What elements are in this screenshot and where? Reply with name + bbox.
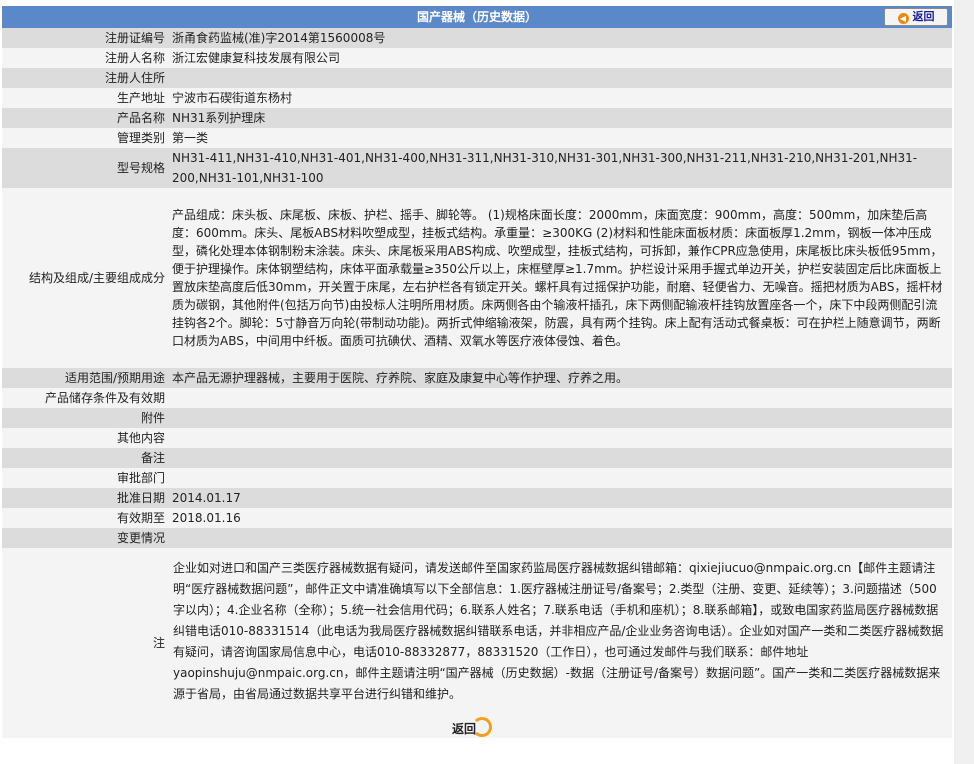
- field-label-structure: 结构及组成/主要组成成分: [2, 188, 169, 368]
- field-label-production-address: 生产地址: [2, 88, 169, 108]
- table-row: 附件: [2, 408, 952, 428]
- table-row: 产品储存条件及有效期: [2, 388, 952, 408]
- field-value-production-address: 宁波市石碶街道东杨村: [169, 88, 952, 108]
- field-value-changes: [169, 528, 952, 548]
- field-label-expiry-date: 有效期至: [2, 508, 169, 528]
- field-label-note: 注: [2, 548, 169, 738]
- field-label-approval-date: 批准日期: [2, 488, 169, 508]
- field-value-note: 企业如对进口和国产三类医疗器械数据有疑问，请发送邮件至国家药监局医疗器械数据纠错…: [169, 548, 952, 738]
- page-title-bar: 国产器械（历史数据） ◀ 返回: [2, 6, 952, 28]
- back-button-bottom-label: 返回: [452, 722, 477, 736]
- field-label-changes: 变更情况: [2, 528, 169, 548]
- field-value-model-spec: NH31-411,NH31-410,NH31-401,NH31-400,NH31…: [169, 148, 952, 188]
- field-value-storage: [169, 388, 952, 408]
- field-value-product-name: NH31系列护理床: [169, 108, 952, 128]
- field-value-remarks: [169, 448, 952, 468]
- table-row: 生产地址 宁波市石碶街道东杨村: [2, 88, 952, 108]
- back-arrow-icon: ◀: [897, 13, 909, 24]
- table-row: 管理类别 第一类: [2, 128, 952, 148]
- field-label-other: 其他内容: [2, 428, 169, 448]
- field-label-model-spec: 型号规格: [2, 148, 169, 188]
- field-value-approval-date: 2014.01.17: [169, 488, 952, 508]
- field-value-expiry-date: 2018.01.16: [169, 508, 952, 528]
- page-scrollbar[interactable]: [954, 0, 974, 764]
- field-value-intended-use: 本产品无源护理器械，主要用于医院、疗养院、家庭及康复中心等作护理、疗养之用。: [169, 368, 952, 388]
- page-title: 国产器械（历史数据）: [416, 10, 537, 24]
- detail-table: 注册证编号 浙甬食药监械(准)字2014第1560008号 注册人名称 浙江宏健…: [2, 28, 952, 738]
- field-label-approval-dept: 审批部门: [2, 468, 169, 488]
- table-row: 审批部门: [2, 468, 952, 488]
- field-value-registrant-address: [169, 68, 952, 88]
- table-row: 注册人名称 浙江宏健康复科技发展有限公司: [2, 48, 952, 68]
- table-row: 注册人住所: [2, 68, 952, 88]
- field-label-registration-number: 注册证编号: [2, 28, 169, 48]
- field-label-storage: 产品储存条件及有效期: [2, 388, 169, 408]
- field-value-registrant-name: 浙江宏健康复科技发展有限公司: [169, 48, 952, 68]
- field-label-registrant-address: 注册人住所: [2, 68, 169, 88]
- table-row: 变更情况: [2, 528, 952, 548]
- table-row: 注册证编号 浙甬食药监械(准)字2014第1560008号: [2, 28, 952, 48]
- field-label-attachments: 附件: [2, 408, 169, 428]
- field-value-other: [169, 428, 952, 448]
- field-value-registration-number: 浙甬食药监械(准)字2014第1560008号: [169, 28, 952, 48]
- table-row: 适用范围/预期用途 本产品无源护理器械，主要用于医院、疗养院、家庭及康复中心等作…: [2, 368, 952, 388]
- table-row: 批准日期 2014.01.17: [2, 488, 952, 508]
- field-label-management-class: 管理类别: [2, 128, 169, 148]
- table-row: 结构及组成/主要组成成分 产品组成：床头板、床尾板、床板、护栏、摇手、脚轮等。 …: [2, 188, 952, 368]
- field-value-attachments: [169, 408, 952, 428]
- back-button-top[interactable]: ◀ 返回: [884, 8, 948, 26]
- table-row: 型号规格 NH31-411,NH31-410,NH31-401,NH31-400…: [2, 148, 952, 188]
- field-label-intended-use: 适用范围/预期用途: [2, 368, 169, 388]
- page-content: 国产器械（历史数据） ◀ 返回 注册证编号 浙甬食药监械(准)字2014第1560…: [0, 0, 954, 764]
- field-value-structure: 产品组成：床头板、床尾板、床板、护栏、摇手、脚轮等。 (1)规格床面长度：200…: [169, 188, 952, 368]
- field-value-management-class: 第一类: [169, 128, 952, 148]
- table-row: 备注: [2, 448, 952, 468]
- table-row: 产品名称 NH31系列护理床: [2, 108, 952, 128]
- field-label-product-name: 产品名称: [2, 108, 169, 128]
- back-button-bottom[interactable]: 返回: [452, 716, 500, 742]
- field-label-registrant-name: 注册人名称: [2, 48, 169, 68]
- field-label-remarks: 备注: [2, 448, 169, 468]
- field-value-approval-dept: [169, 468, 952, 488]
- back-button-label: 返回: [912, 10, 935, 23]
- table-row: 有效期至 2018.01.16: [2, 508, 952, 528]
- table-row: 注 企业如对进口和国产三类医疗器械数据有疑问，请发送邮件至国家药监局医疗器械数据…: [2, 548, 952, 738]
- table-row: 其他内容: [2, 428, 952, 448]
